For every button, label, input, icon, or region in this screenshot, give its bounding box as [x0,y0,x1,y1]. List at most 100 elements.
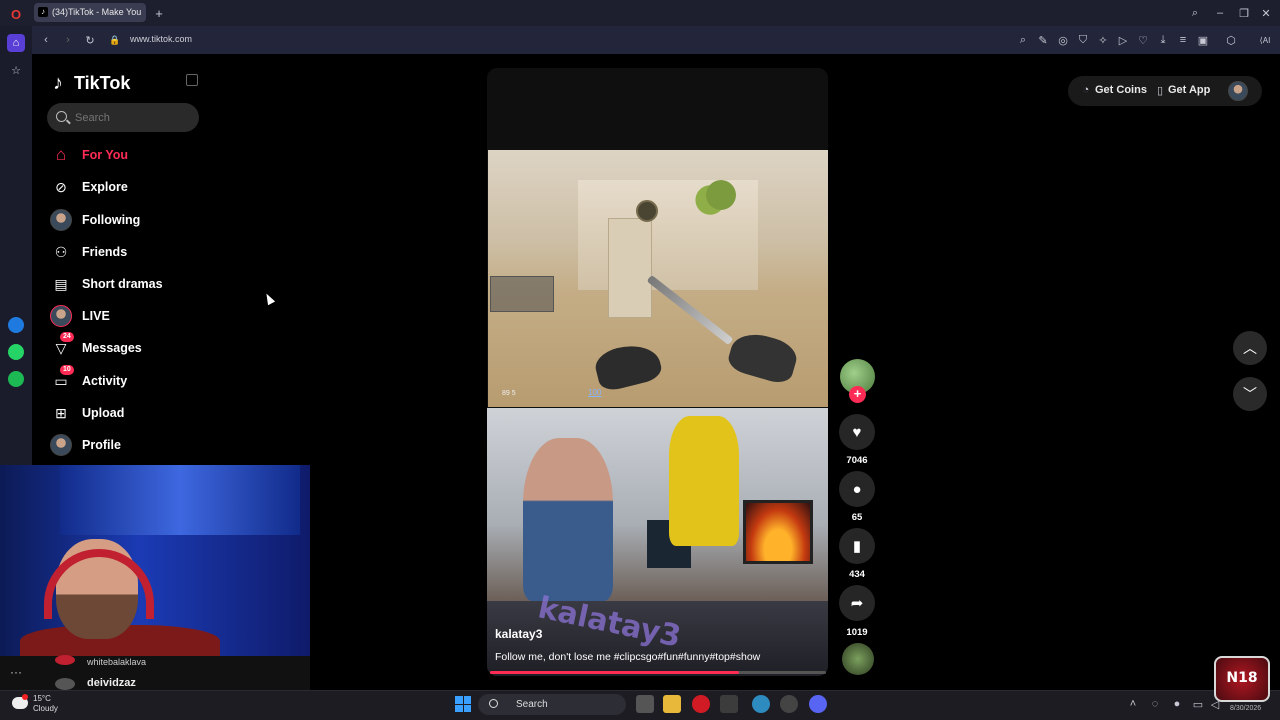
chat-username: whitebalaklava [87,657,147,667]
forward-icon[interactable]: › [60,32,76,48]
tiktok-logo[interactable]: TikTok [74,72,130,94]
whatsapp-icon[interactable] [8,344,24,360]
lock-icon: 🔒 [109,34,121,45]
shield-icon[interactable]: ⛉ [1076,33,1090,47]
nav-item-for-you[interactable]: ⌂ For You [50,142,200,168]
play-icon[interactable]: ▷ [1116,33,1130,47]
heart-icon[interactable]: ♡ [1136,33,1150,47]
video-player[interactable]: 89 5 100 kalatay3 [487,68,828,676]
reload-icon[interactable]: ↻ [82,32,98,48]
messenger-icon[interactable] [8,317,24,333]
profile-avatar-icon [50,434,72,456]
menu-icon[interactable]: ≡ [1176,33,1190,47]
share-button[interactable]: ➦ [839,585,875,621]
like-button[interactable]: ♥ [839,414,875,450]
weather-widget[interactable]: 15°C Cloudy [33,694,58,714]
chevron-up-icon: ︿ [1243,340,1257,356]
file-explorer-icon[interactable] [663,695,681,713]
chat-overlay [0,656,310,690]
telegram-icon[interactable] [752,695,770,713]
nav-item-friends[interactable]: ⚇ Friends [50,239,200,265]
mic-icon[interactable]: ● [1170,697,1184,711]
wallet-icon[interactable]: ▣ [1196,33,1210,47]
download-icon[interactable]: ⤓ [1156,33,1170,47]
save-count: 434 [849,569,865,580]
nav-label: Activity [82,374,128,388]
bookmark-icon: ▮ [852,538,862,555]
hud-ammo: 100 [588,388,602,397]
home-sidebar-icon[interactable]: ⌂ [7,34,25,52]
tray-chevron-icon[interactable]: ˄ [1126,697,1140,711]
taskbar-search[interactable]: Search [478,694,626,715]
next-video-button[interactable]: ﹀ [1233,377,1267,411]
weather-temp: 15°C [33,694,51,703]
zoom-icon[interactable]: ⌕ [1016,33,1030,47]
nav-item-live[interactable]: LIVE [50,303,200,329]
more-dots-icon[interactable]: ··· [5,664,27,680]
follow-plus-icon[interactable]: + [849,386,866,403]
like-count: 7046 [846,455,868,466]
network-icon[interactable]: ◌ [1148,697,1162,711]
search-icon [56,111,67,122]
webcam-overlay [0,465,310,665]
maximize-icon[interactable]: ❐ [1236,5,1252,21]
edit-icon[interactable]: ✎ [1036,33,1050,47]
vpn-icon[interactable]: ✧ [1096,33,1110,47]
collapse-sidebar-icon[interactable] [186,74,198,86]
nav-item-short-dramas[interactable]: ▤ Short dramas [50,271,200,297]
video-username[interactable]: kalatay3 [495,627,542,641]
chat-username: deividzaz [87,677,136,689]
minimize-icon[interactable]: – [1212,5,1228,21]
gameplay-footage: 89 5 100 [488,150,828,407]
video-progress-bar[interactable] [490,671,826,674]
close-icon[interactable]: ✕ [1258,5,1274,21]
video-progress-fill [490,671,739,674]
tab-title: (34)TikTok - Make You [52,7,142,17]
previous-video-button[interactable]: ︿ [1233,331,1267,365]
nav-item-upload[interactable]: ⊞ Upload [50,400,200,426]
new-tab-icon[interactable]: + [152,6,166,21]
star-icon[interactable]: ☆ [8,62,24,78]
spotify-icon[interactable] [8,371,24,387]
display-icon[interactable]: ▭ [1191,697,1205,711]
streamer-cam-footage [487,408,828,601]
tiktok-logo-icon[interactable]: ♪ [53,72,75,94]
comment-count: 65 [851,512,863,523]
channel-logo-watermark: N18 [1214,656,1270,702]
app2-icon[interactable] [780,695,798,713]
chat-avatar [55,678,75,690]
extensions-icon[interactable]: ⬡ [1224,33,1238,47]
nav-label: For You [82,148,129,162]
get-coins-button[interactable]: Get Coins [1095,84,1147,96]
app-icon[interactable] [720,695,738,713]
windows-start-icon[interactable] [455,696,471,712]
back-icon[interactable]: ‹ [38,32,54,48]
weather-desc: Cloudy [33,704,58,713]
search-input[interactable] [75,103,193,132]
camera-icon[interactable]: ◎ [1056,33,1070,47]
comment-button[interactable]: ● [839,471,875,507]
nav-item-messages[interactable]: ▽ 24 Messages [50,332,200,361]
opera-taskbar-icon[interactable] [692,695,710,713]
user-avatar[interactable] [1228,81,1248,101]
browser-tab-bar [0,0,1280,26]
nav-item-explore[interactable]: ⊘ Explore [50,174,200,200]
opera-logo-icon[interactable]: O [8,6,24,22]
search-box[interactable] [47,103,199,132]
nav-item-activity[interactable]: ▭ 10 Activity [50,365,200,394]
phone-icon: ▯ [1156,84,1164,97]
discord-icon[interactable] [809,695,827,713]
nav-item-profile[interactable]: Profile [50,432,200,458]
url-text[interactable]: www.tiktok.com [130,34,192,44]
friends-icon: ⚇ [54,243,68,260]
activity-icon: ▭ 10 [50,365,74,392]
save-button[interactable]: ▮ [839,528,875,564]
nav-item-following[interactable]: Following [50,207,200,233]
nav-label: LIVE [82,309,110,323]
search-tabs-icon[interactable]: ⌕ [1187,5,1203,21]
task-view-icon[interactable] [636,695,654,713]
get-app-button[interactable]: Get App [1168,84,1210,96]
browser-tab[interactable]: ♪ (34)TikTok - Make You [34,3,146,22]
music-disc-icon[interactable] [842,643,874,675]
ai-icon[interactable]: ⟨AI [1255,33,1275,47]
